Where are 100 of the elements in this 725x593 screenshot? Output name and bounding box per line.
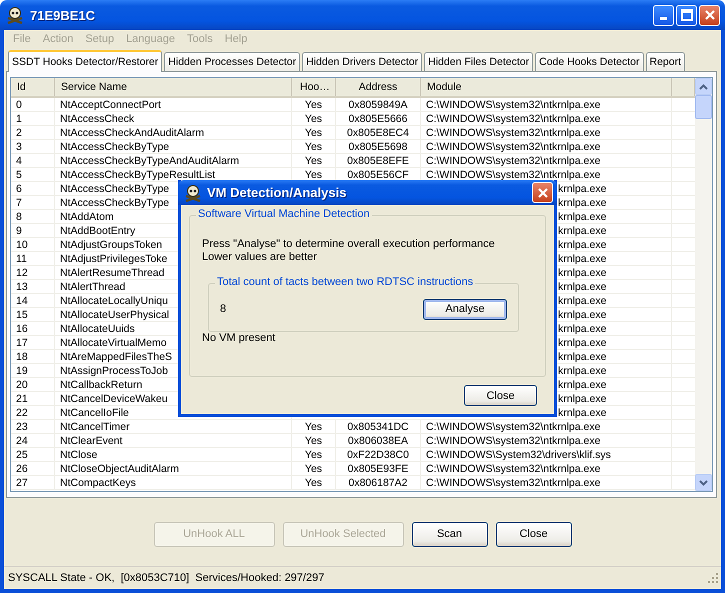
table-cell: 14 — [11, 294, 55, 308]
table-cell: C:\WINDOWS\System32\drivers\klif.sys — [421, 448, 672, 462]
table-cell: 25 — [11, 448, 55, 462]
table-cell: 6 — [11, 182, 55, 196]
tab[interactable]: SSDT Hooks Detector/Restorer — [8, 50, 162, 72]
status-text: SYSCALL State - OK, [0x8053C710] Services/Hooked: 297/297 — [8, 572, 326, 584]
table-cell: 11 — [11, 252, 55, 266]
table-cell: NtClose — [55, 448, 292, 462]
tab[interactable]: Report — [646, 52, 686, 71]
table-cell: 0xF22D38C0 — [336, 448, 421, 462]
table-cell: NtCompactKeys — [55, 476, 292, 490]
table-cell: C:\WINDOWS\system32\ntkrnlpa.exe — [421, 112, 672, 126]
table-cell: 10 — [11, 238, 55, 252]
minimize-icon — [660, 17, 667, 20]
table-cell: Yes — [292, 140, 336, 154]
table-cell: NtClearEvent — [55, 434, 292, 448]
table-cell: 12 — [11, 266, 55, 280]
column-header[interactable]: Address — [336, 78, 421, 96]
table-cell: 27 — [11, 476, 55, 490]
table-cell: C:\WINDOWS\system32\ntkrnlpa.exe — [421, 420, 672, 434]
table-cell: C:\WINDOWS\system32\ntkrnlpa.exe — [421, 126, 672, 140]
table-cell: 0x805E5698 — [336, 140, 421, 154]
table-cell: 19 — [11, 364, 55, 378]
skull-icon — [184, 184, 202, 202]
table-cell: 0x8059849A — [336, 98, 421, 112]
window-title: 71E9BE1C — [30, 8, 96, 22]
table-cell: NtAccessCheckByTypeAndAuditAlarm — [55, 154, 292, 168]
column-header[interactable]: Id — [11, 78, 55, 96]
table-cell: NtAccessCheck — [55, 112, 292, 126]
group-title: Total count of tacts between two RDTSC instructions — [215, 276, 476, 288]
table-cell: NtAccessCheckAndAuditAlarm — [55, 126, 292, 140]
column-header[interactable]: Service Name — [55, 78, 292, 96]
tab[interactable]: Hidden Drivers Detector — [302, 52, 422, 71]
table-cell: 0x806187A2 — [336, 476, 421, 490]
table-cell: Yes — [292, 476, 336, 490]
table-cell: Yes — [292, 154, 336, 168]
table-cell: 0x805E8EC4 — [336, 126, 421, 140]
table-cell: 26 — [11, 462, 55, 476]
analyse-button[interactable]: Analyse — [423, 298, 507, 320]
table-cell: 13 — [11, 280, 55, 294]
table-cell: 0x806038EA — [336, 434, 421, 448]
scroll-thumb[interactable] — [695, 95, 712, 119]
table-cell: 3 — [11, 140, 55, 154]
close-dialog-button[interactable]: Close — [464, 385, 537, 406]
table-cell: 5 — [11, 168, 55, 182]
table-cell: 18 — [11, 350, 55, 364]
scroll-down-icon[interactable] — [695, 474, 712, 491]
skull-icon — [6, 6, 24, 24]
table-cell: 23 — [11, 420, 55, 434]
table-cell: 9 — [11, 224, 55, 238]
tab[interactable]: Hidden Processes Detector — [164, 52, 300, 71]
table-cell: 24 — [11, 434, 55, 448]
table-cell: 0x805341DC — [336, 420, 421, 434]
table-cell: 0x805E8EFE — [336, 154, 421, 168]
table-cell: NtCloseObjectAuditAlarm — [55, 462, 292, 476]
table-cell: 20 — [11, 378, 55, 392]
maximize-button[interactable] — [676, 4, 697, 26]
column-header[interactable]: Hoo… — [292, 78, 336, 96]
table-cell: 16 — [11, 322, 55, 336]
action-button[interactable]: Scan — [412, 522, 488, 546]
table-cell: 0x805E5666 — [336, 112, 421, 126]
table-cell: C:\WINDOWS\system32\ntkrnlpa.exe — [421, 154, 672, 168]
table-cell: C:\WINDOWS\system32\ntkrnlpa.exe — [421, 98, 672, 112]
table-cell: 21 — [11, 392, 55, 406]
table-cell: Yes — [292, 112, 336, 126]
scrollbar[interactable] — [695, 78, 712, 491]
tab[interactable]: Code Hooks Detector — [535, 52, 644, 71]
close-button[interactable] — [532, 182, 553, 203]
column-header[interactable]: Module — [421, 78, 672, 96]
group-title: Software Virtual Machine Detection — [196, 208, 372, 220]
scroll-up-icon[interactable] — [695, 78, 712, 95]
table-cell: C:\WINDOWS\system32\ntkrnlpa.exe — [421, 140, 672, 154]
table-cell: NtCancelTimer — [55, 420, 292, 434]
table-cell: 2 — [11, 126, 55, 140]
resize-grip-icon[interactable] — [707, 572, 719, 584]
table-cell: Yes — [292, 98, 336, 112]
table-cell: C:\WINDOWS\system32\ntkrnlpa.exe — [421, 476, 672, 490]
table-cell: 8 — [11, 210, 55, 224]
table-cell: NtAccessCheckByType — [55, 140, 292, 154]
table-cell: 7 — [11, 196, 55, 210]
table-cell: 0 — [11, 98, 55, 112]
table-cell: C:\WINDOWS\system32\ntkrnlpa.exe — [421, 434, 672, 448]
table-cell: 17 — [11, 336, 55, 350]
table-cell: 0x805E93FE — [336, 462, 421, 476]
table-cell: Yes — [292, 448, 336, 462]
table-cell: Yes — [292, 434, 336, 448]
table-cell: Yes — [292, 420, 336, 434]
table-cell: 22 — [11, 406, 55, 420]
close-button[interactable] — [699, 4, 720, 26]
action-button[interactable]: Close — [496, 522, 572, 546]
table-cell: 4 — [11, 154, 55, 168]
table-cell: Yes — [292, 126, 336, 140]
tab[interactable]: Hidden Files Detector — [424, 52, 534, 71]
table-cell: C:\WINDOWS\system32\ntkrnlpa.exe — [421, 462, 672, 476]
close-icon — [536, 186, 548, 198]
maximize-icon — [680, 9, 692, 21]
table-cell: NtAcceptConnectPort — [55, 98, 292, 112]
table-cell: 15 — [11, 308, 55, 322]
table-cell: 1 — [11, 112, 55, 126]
minimize-button[interactable] — [653, 4, 674, 26]
